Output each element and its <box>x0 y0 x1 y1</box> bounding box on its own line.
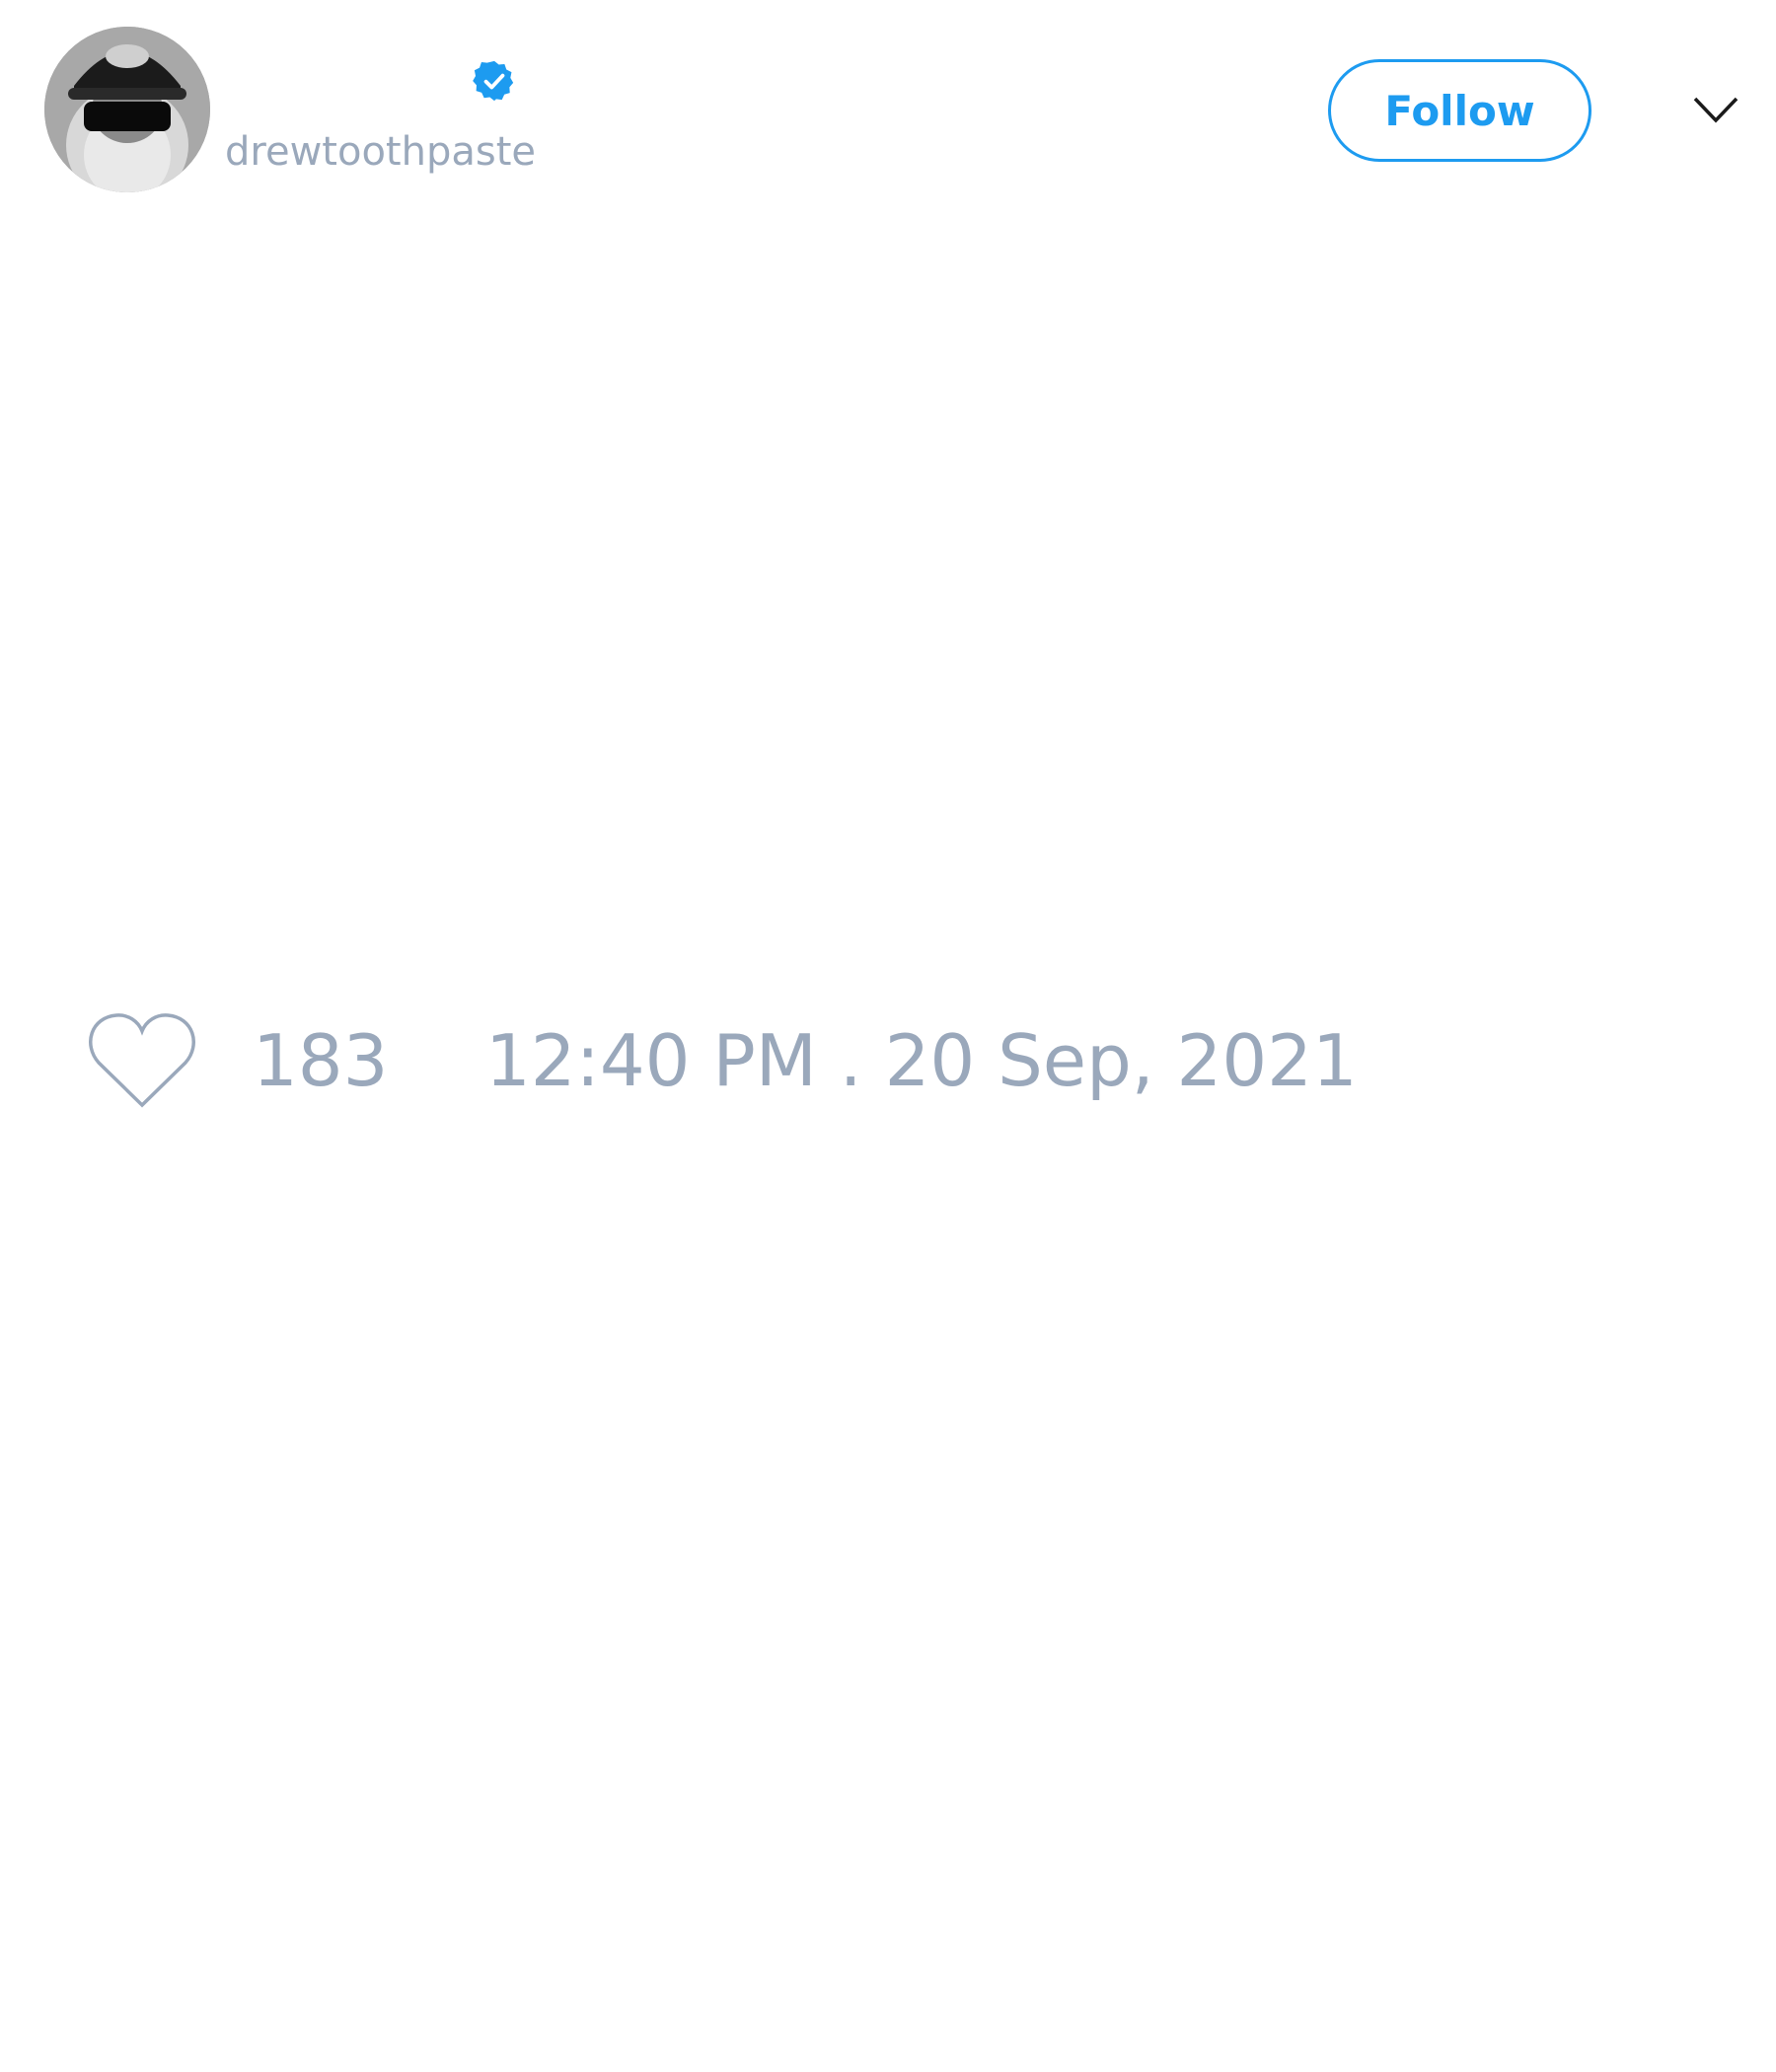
avatar[interactable] <box>44 27 210 192</box>
user-handle[interactable]: drewtoothpaste <box>225 126 536 178</box>
tweet-timestamp[interactable]: 12:40 PM . 20 Sep, 2021 <box>485 1016 1358 1105</box>
like-count: 183 <box>253 1019 389 1102</box>
verified-badge-icon <box>473 60 514 102</box>
heart-outline-icon[interactable] <box>89 1011 195 1110</box>
chevron-down-icon[interactable] <box>1691 91 1740 130</box>
follow-button[interactable]: Follow <box>1328 59 1591 162</box>
